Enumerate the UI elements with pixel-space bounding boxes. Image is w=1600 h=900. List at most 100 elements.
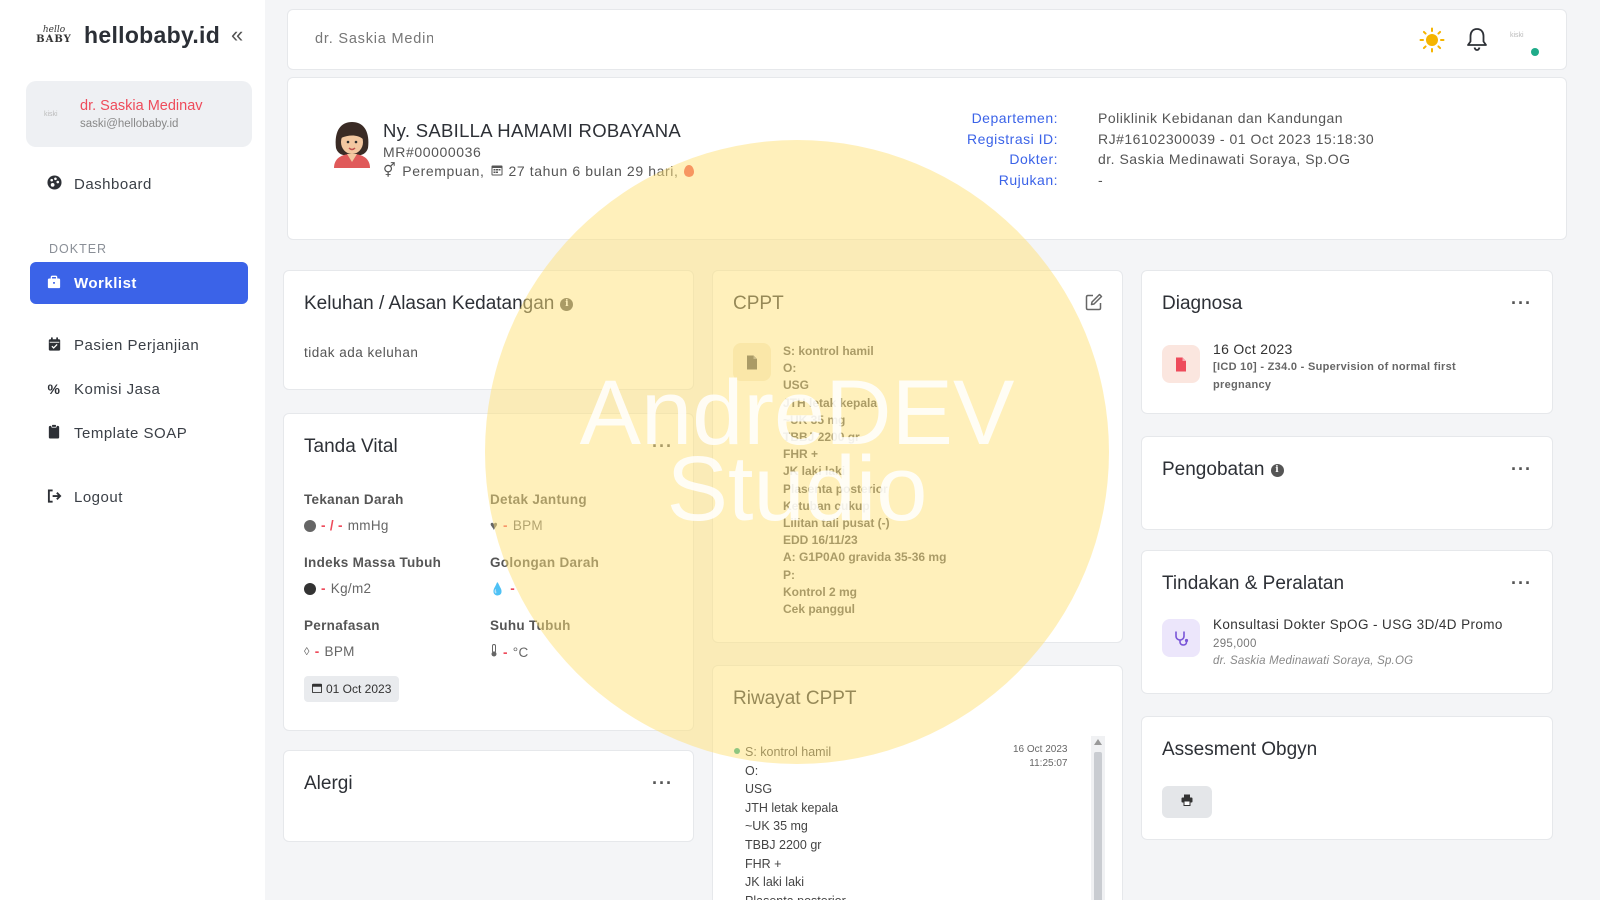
calendar-icon <box>491 163 503 179</box>
card-title: Tindakan & Peralatan <box>1162 573 1345 594</box>
card-title: Pengobatan i <box>1162 459 1284 481</box>
cppt-line: USG <box>783 378 810 393</box>
more-options-icon[interactable]: ··· <box>652 436 673 457</box>
user-avatar[interactable]: kiski <box>1510 32 1534 52</box>
notification-bell-icon[interactable] <box>1465 26 1491 54</box>
vitals-date-chip: 01 Oct 2023 <box>304 676 400 702</box>
patient-name: Ny. SABILLA HAMAMI ROBAYANA <box>383 120 682 141</box>
procedure-name: Konsultasi Dokter SpOG - USG 3D/4D Promo <box>1213 617 1503 632</box>
cppt-card: CPPT S: kontrol hamil O: USG JTH letak kepa… <box>712 270 1123 643</box>
card-title: Diagnosa <box>1162 293 1243 314</box>
patient-card: Ny. SABILLA HAMAMI ROBAYANA MR#00000036 … <box>287 77 1567 240</box>
info-icon[interactable]: i <box>1270 463 1284 477</box>
scroll-up-arrow-icon[interactable] <box>1094 739 1102 745</box>
sidebar-item-label: Template SOAP <box>74 424 188 442</box>
sidebar-item-komisi-jasa[interactable]: % Komisi Jasa <box>30 368 248 410</box>
timeline-dot <box>734 748 740 754</box>
card-title: CPPT <box>733 293 784 314</box>
info-icon[interactable]: i <box>560 297 574 311</box>
document-icon <box>733 343 771 381</box>
cppt-line: Kontrol 2 mg <box>783 584 857 599</box>
history-line: TBBJ 2200 gr <box>745 837 822 852</box>
vital-label: Tekanan Darah <box>304 492 404 507</box>
procedure-price: 295,000 <box>1213 638 1257 650</box>
brand-name: hellobaby.id <box>84 21 221 48</box>
vital-value: - / - mmHg <box>304 518 404 533</box>
procedure-doctor: dr. Saskia Medinawati Soraya, Sp.OG <box>1213 655 1414 667</box>
heart-icon: ♥ <box>490 518 499 533</box>
history-line: Plasenta posterior <box>745 892 846 900</box>
registration-values: Poliklinik Kebidanan dan Kandungan RJ#16… <box>1098 108 1374 190</box>
cppt-line: Cek panggul <box>783 602 856 617</box>
vital-unit: °C <box>512 644 529 660</box>
collapse-sidebar-icon[interactable]: « <box>231 22 243 48</box>
diagnosis-card: Diagnosa ··· 16 Oct 2023 [ICD 10] - Z34.… <box>1141 270 1553 414</box>
vital-blood-type: Golongan Darah 💧 - <box>490 555 599 596</box>
more-options-icon[interactable]: ··· <box>1511 573 1532 594</box>
history-line: JTH letak kepala <box>745 800 839 815</box>
topbar-doctor-name: dr. Saskia Medinawati <box>315 31 433 47</box>
brand[interactable]: hello BABY hellobaby.id <box>34 16 220 54</box>
top-bar: dr. Saskia Medinawati kiski <box>287 9 1567 70</box>
sidebar-item-label: Dashboard <box>74 175 152 193</box>
history-line: FHR + <box>745 856 782 871</box>
sidebar-item-dashboard[interactable]: Dashboard <box>30 163 248 205</box>
patient-avatar <box>330 118 374 168</box>
cppt-line: EDD 16/11/23 <box>783 533 858 548</box>
vital-signs-card: Tanda Vital ··· Tekanan Darah - / - mmHg… <box>283 413 694 731</box>
vital-label: Pernafasan <box>304 618 380 633</box>
medication-card: Pengobatan i ··· <box>1141 436 1553 530</box>
history-line: JK laki laki <box>745 875 805 890</box>
scroll-thumb[interactable] <box>1094 752 1102 900</box>
registration-labels: Departemen: Registrasi ID: Dokter: Rujuk… <box>948 108 1058 190</box>
cppt-note: S: kontrol hamil O: USG JTH letak kepala ~UK… <box>783 343 946 618</box>
sidebar-item-pasien-perjanjian[interactable]: Pasien Perjanjian <box>30 324 248 366</box>
medication-title: Pengobatan <box>1162 459 1265 480</box>
percent-icon: % <box>47 381 61 397</box>
vital-value: 💧 - <box>490 581 599 596</box>
sidebar-item-label: Pasien Perjanjian <box>74 336 200 354</box>
logo-text-bottom: BABY <box>36 34 72 45</box>
history-note: S: kontrol hamil O: USG JTH letak kepala ~UK… <box>745 743 846 900</box>
complaint-title: Keluhan / Alasan Kedatangan <box>304 293 555 314</box>
sidebar-item-logout[interactable]: Logout <box>30 476 248 518</box>
more-options-icon[interactable]: ··· <box>1511 459 1532 480</box>
card-title: Assesment Obgyn <box>1162 739 1318 760</box>
card-title: Riwayat CPPT <box>733 688 857 709</box>
cppt-line: Lilitan tali pusat (-) <box>783 516 890 531</box>
vital-number: - <box>503 518 508 533</box>
vital-number: - <box>510 581 516 596</box>
user-name: dr. Saskia Medinav <box>80 98 203 114</box>
cppt-line: JTH letak kepala <box>783 395 878 410</box>
cppt-line: P: <box>783 567 795 582</box>
patient-age: 27 tahun 6 bulan 29 hari, <box>508 162 679 179</box>
vital-unit: mmHg <box>347 518 389 533</box>
scrollbar[interactable] <box>1091 736 1105 900</box>
patient-info: ⚥ Perempuan, 27 tahun 6 bulan 29 hari, <box>383 162 695 179</box>
online-status-dot <box>1531 48 1539 56</box>
sidebar: hello BABY hellobaby.id « kiski dr. Sask… <box>0 0 265 900</box>
vital-number: - <box>321 581 326 596</box>
sidebar-item-worklist[interactable]: Worklist <box>30 262 248 304</box>
printer-icon <box>1181 793 1193 811</box>
lungs-icon: ◊ <box>304 645 310 658</box>
edit-icon[interactable] <box>1085 293 1103 311</box>
patient-mr-number: MR#00000036 <box>383 144 482 160</box>
logout-icon <box>46 488 62 506</box>
vital-blood-pressure: Tekanan Darah - / - mmHg <box>304 492 404 533</box>
theme-sun-icon[interactable] <box>1419 27 1445 53</box>
vital-label: Indeks Massa Tubuh <box>304 555 442 570</box>
cppt-line: Ketuban cukup <box>783 498 870 513</box>
vital-temperature: Suhu Tubuh - °C <box>490 618 571 660</box>
more-options-icon[interactable]: ··· <box>1511 293 1532 314</box>
history-date: 16 Oct 2023 <box>1013 744 1068 755</box>
user-card[interactable]: kiski dr. Saskia Medinav saski@hellobaby… <box>26 81 252 147</box>
gender-icon: ⚥ <box>383 162 397 178</box>
patient-gender: Perempuan, <box>402 162 485 179</box>
print-button[interactable] <box>1162 786 1212 818</box>
stethoscope-icon <box>1162 619 1200 657</box>
user-email: saski@hellobaby.id <box>80 118 179 130</box>
sidebar-item-template-soap[interactable]: Template SOAP <box>30 412 248 454</box>
more-options-icon[interactable]: ··· <box>652 773 673 794</box>
card-title: Keluhan / Alasan Kedatangan i <box>304 293 574 315</box>
